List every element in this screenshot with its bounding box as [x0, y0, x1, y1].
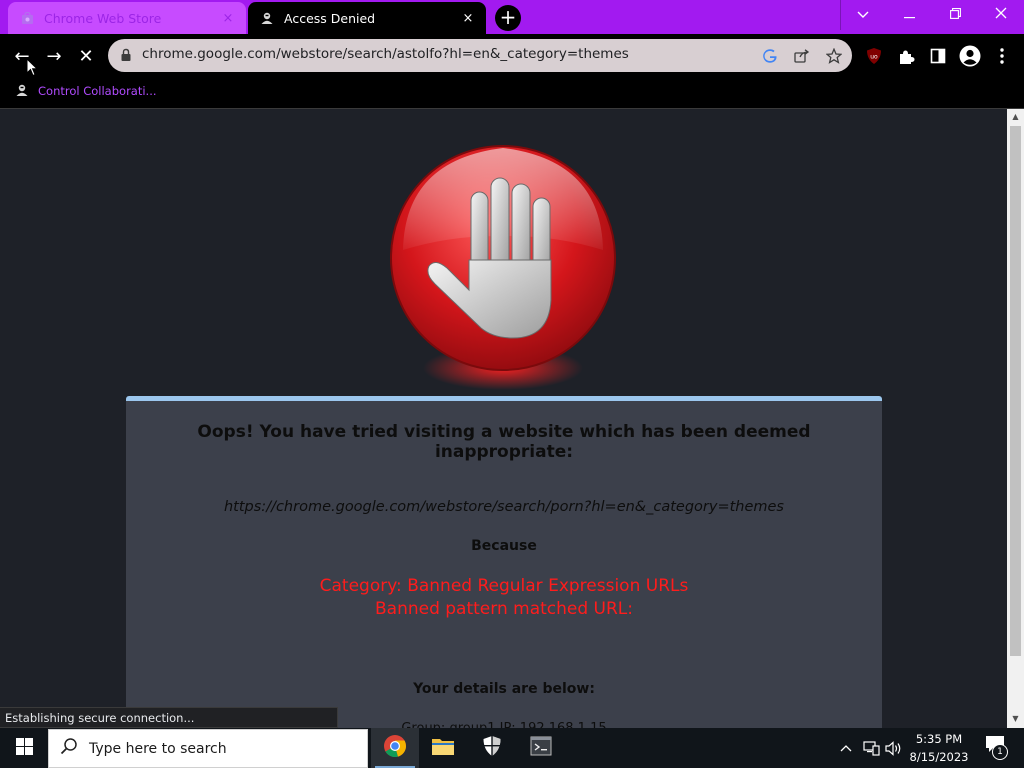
- shield-agent-icon: [14, 83, 30, 99]
- url-text[interactable]: chrome.google.com/webstore/search/astolf…: [142, 46, 629, 62]
- google-icon[interactable]: [759, 45, 781, 67]
- file-explorer-icon: [431, 736, 455, 760]
- search-icon: [49, 737, 89, 760]
- page-title: Oops! You have tried visiting a website …: [197, 422, 811, 462]
- windows-icon: [15, 737, 33, 759]
- close-icon: [995, 7, 1007, 23]
- start-button[interactable]: [0, 728, 48, 768]
- system-clock[interactable]: 5:35 PM 8/15/2023: [904, 730, 974, 766]
- minimize-icon: [903, 7, 915, 23]
- taskbar-search-box[interactable]: Type here to search: [48, 729, 368, 768]
- new-tab-button[interactable]: +: [495, 5, 521, 31]
- forward-button[interactable]: →: [41, 44, 67, 68]
- forward-arrow-icon: →: [46, 45, 62, 67]
- chevron-down-icon: [857, 7, 869, 23]
- volume-icon[interactable]: [884, 738, 904, 758]
- taskbar-chrome-button[interactable]: [371, 728, 419, 768]
- scroll-up-icon[interactable]: ▲: [1009, 110, 1022, 124]
- details-heading: Your details are below:: [413, 681, 595, 697]
- profile-icon[interactable]: [958, 44, 982, 68]
- block-category: Category: Banned Regular Expression URLs: [319, 576, 689, 596]
- share-icon[interactable]: [791, 45, 813, 67]
- stop-hand-icon: [385, 140, 621, 392]
- sidepanel-icon[interactable]: [926, 44, 950, 68]
- restore-button[interactable]: [932, 0, 978, 30]
- terminal-icon: [530, 736, 552, 760]
- shield-agent-icon: [260, 11, 274, 25]
- scroll-down-icon[interactable]: ▼: [1009, 712, 1022, 726]
- bookmark-label: Control Collaborati...: [38, 84, 157, 98]
- scrollbar-thumb[interactable]: [1010, 126, 1021, 656]
- tab-title: Access Denied: [284, 10, 376, 26]
- restore-icon: [949, 7, 961, 23]
- taskbar-security-button[interactable]: [468, 728, 516, 768]
- status-bubble: Establishing secure connection...: [0, 707, 338, 728]
- clock-date: 8/15/2023: [909, 750, 969, 764]
- network-icon[interactable]: [861, 738, 881, 758]
- stop-loading-button[interactable]: ✕: [73, 44, 99, 68]
- chevron-up-icon[interactable]: [838, 738, 854, 758]
- star-icon[interactable]: [823, 45, 845, 67]
- lock-icon[interactable]: [120, 47, 132, 61]
- security-icon: [482, 735, 502, 761]
- tab-close-icon[interactable]: ×: [220, 11, 236, 26]
- chrome-icon: [383, 734, 407, 762]
- block-reason: Banned pattern matched URL:: [374, 599, 634, 619]
- tab-search-button[interactable]: [840, 0, 886, 30]
- blocked-url: https://chrome.google.com/webstore/searc…: [223, 499, 784, 515]
- stop-icon: ✕: [78, 45, 94, 67]
- taskbar-file-explorer-button[interactable]: [419, 728, 467, 768]
- because-label: Because: [471, 538, 537, 554]
- webstore-icon: [20, 11, 34, 25]
- clock-time: 5:35 PM: [915, 732, 963, 746]
- tab-chrome-web-store[interactable]: Chrome Web Store ×: [8, 2, 246, 34]
- extensions-icon[interactable]: [894, 44, 918, 68]
- svg-text:uo: uo: [870, 54, 878, 61]
- tab-close-icon[interactable]: ×: [460, 11, 476, 26]
- notification-count-badge: 1: [992, 744, 1008, 760]
- menu-icon[interactable]: [990, 44, 1014, 68]
- ublock-icon[interactable]: uo: [862, 44, 886, 68]
- bookmark-item[interactable]: Control Collaborati...: [14, 81, 157, 101]
- close-window-button[interactable]: [978, 0, 1024, 30]
- minimize-button[interactable]: [886, 0, 932, 30]
- search-placeholder: Type here to search: [89, 740, 227, 757]
- tab-access-denied[interactable]: Access Denied ×: [248, 2, 486, 34]
- tab-title: Chrome Web Store: [44, 10, 162, 26]
- taskbar-terminal-button[interactable]: [517, 728, 565, 768]
